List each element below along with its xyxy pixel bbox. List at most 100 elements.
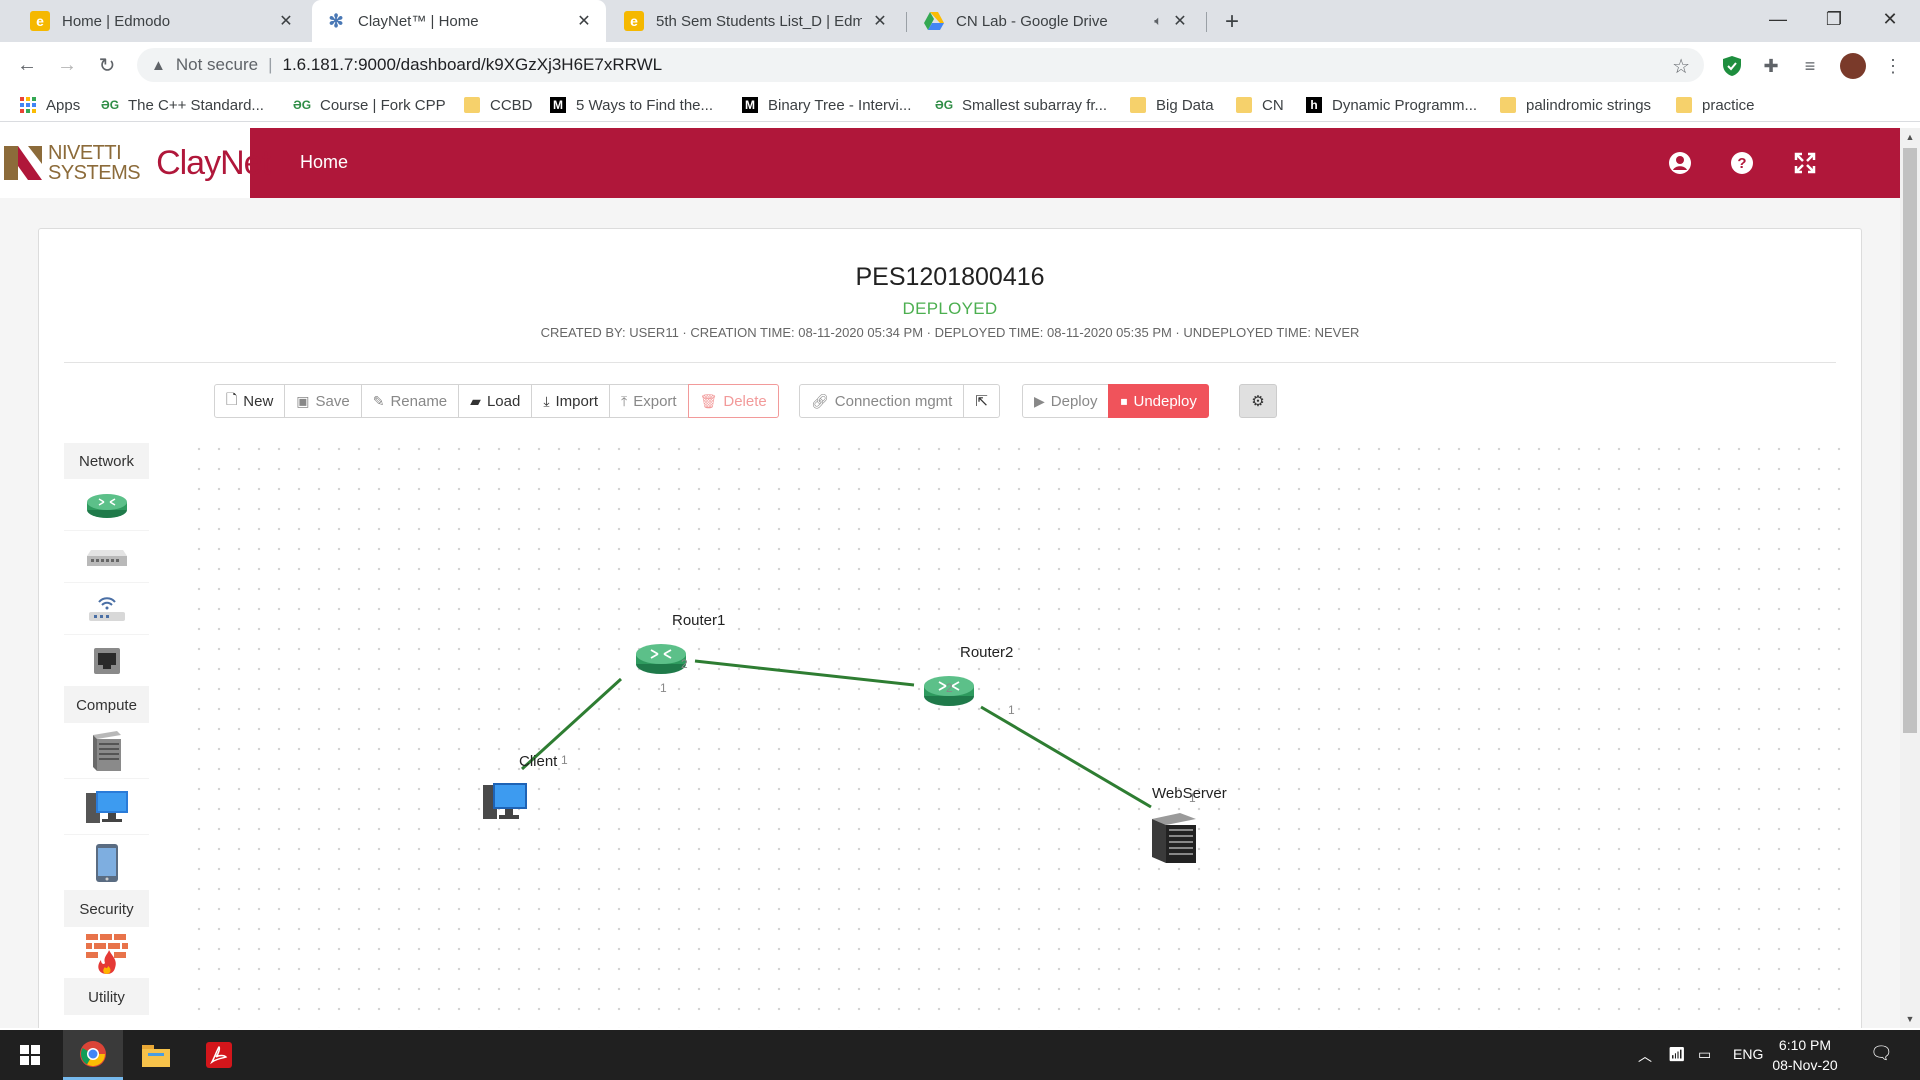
fullscreen-expand-icon[interactable] xyxy=(1790,148,1820,178)
bookmark-label: Apps xyxy=(46,96,81,114)
scroll-down-arrow-icon[interactable]: ▼ xyxy=(1900,1010,1920,1028)
nivetti-claynet-logo[interactable]: NIVETTI SYSTEMS ClayNet xyxy=(0,128,271,198)
settings-group: ⚙ xyxy=(1239,384,1277,418)
nav-home-link[interactable]: Home xyxy=(300,152,348,173)
palette-server[interactable] xyxy=(64,723,149,779)
bookmark-star-icon[interactable]: ☆ xyxy=(1672,54,1690,79)
bookmark-cpp-standard[interactable]: ƏG The C++ Standard... xyxy=(101,94,264,116)
deploy-button[interactable]: ▶ Deploy xyxy=(1022,384,1110,418)
link-router2-webserver[interactable] xyxy=(980,705,1152,809)
back-arrow-icon[interactable]: ← xyxy=(11,49,43,81)
gear-icon: ⚙ xyxy=(1251,393,1265,410)
wifi-icon[interactable]: 📶︎ xyxy=(1668,1046,1686,1063)
browser-toolbar: ← → ↻ ▲ Not secure | 1.6.181.7:9000/dash… xyxy=(0,42,1920,88)
adobe-reader-taskbar-icon[interactable] xyxy=(189,1030,249,1080)
notifications-icon[interactable]: 🗨︎ xyxy=(1870,1043,1893,1064)
close-tab-icon[interactable]: ✕ xyxy=(276,11,296,31)
connection-label: Connection mgmt xyxy=(834,392,953,410)
export-button[interactable]: ⤒ Export xyxy=(609,384,689,418)
reload-icon[interactable]: ↻ xyxy=(91,49,123,81)
link-icon: 🔗︎ xyxy=(811,392,829,409)
palette-text-tool[interactable] xyxy=(64,1015,149,1028)
deployment-status: DEPLOYED xyxy=(902,299,998,318)
palette-wireless-router[interactable] xyxy=(64,583,149,635)
close-tab-icon[interactable]: ✕ xyxy=(870,11,890,31)
security-label: Not secure xyxy=(175,55,259,74)
bookmark-cn[interactable]: CN xyxy=(1236,94,1284,116)
router2-port-2: 2 xyxy=(946,681,953,695)
app-header: NIVETTI SYSTEMS ClayNet Home ? xyxy=(0,128,1900,198)
scroll-up-arrow-icon[interactable]: ▲ xyxy=(1900,128,1920,146)
webserver-node-icon[interactable] xyxy=(1152,813,1196,863)
clock-date: 08-Nov-20 xyxy=(1772,1057,1838,1073)
tab-cn-lab-drive[interactable]: CN Lab - Google Drive 🔈︎ ✕ xyxy=(910,0,1202,42)
close-window-icon[interactable]: ✕ xyxy=(1862,0,1918,38)
load-button[interactable]: ▰ Load xyxy=(458,384,533,418)
bookmark-practice[interactable]: practice xyxy=(1676,94,1755,116)
trash-icon: 🗑︎ xyxy=(699,392,718,409)
new-tab-button[interactable]: + xyxy=(1218,8,1246,36)
minimize-icon[interactable]: — xyxy=(1750,0,1806,38)
client-node-icon[interactable] xyxy=(483,783,527,819)
bookmark-label: 5 Ways to Find the... xyxy=(576,96,713,114)
address-bar[interactable]: ▲ Not secure | 1.6.181.7:9000/dashboard/… xyxy=(137,48,1704,82)
palette-ethernet-port[interactable] xyxy=(64,635,149,687)
palette-mobile-device[interactable] xyxy=(64,835,149,891)
chrome-taskbar-icon[interactable] xyxy=(63,1030,123,1080)
palette-desktop-pc[interactable] xyxy=(64,779,149,835)
deploy-label: Deploy xyxy=(1050,392,1098,410)
speaker-icon[interactable]: 🔈︎ xyxy=(1154,13,1162,29)
bookmark-ccbd[interactable]: CCBD xyxy=(464,94,533,116)
link-router1-router2[interactable] xyxy=(694,659,915,687)
taskbar-clock[interactable]: 6:10 PM 08-Nov-20 xyxy=(1750,1035,1860,1075)
router1-port-2: 2 xyxy=(681,657,688,671)
extensions-puzzle-icon[interactable]: ✚ xyxy=(1760,55,1782,77)
palette-switch[interactable] xyxy=(64,531,149,583)
profile-avatar[interactable] xyxy=(1840,53,1866,79)
floppy-disk-icon: ▣ xyxy=(296,392,310,409)
import-button[interactable]: ⤓ Import xyxy=(531,384,611,418)
connection-actions-group: 🔗︎ Connection mgmt ⇱ xyxy=(799,384,1000,418)
load-label: Load xyxy=(486,392,521,410)
help-icon[interactable]: ? xyxy=(1727,148,1757,178)
tab-claynet-home[interactable]: ✻ ClayNet™ | Home ✕ xyxy=(312,0,606,42)
save-button[interactable]: ▣ Save xyxy=(284,384,362,418)
bookmark-big-data[interactable]: Big Data xyxy=(1130,94,1214,116)
maximize-icon[interactable]: ❐ xyxy=(1806,0,1862,38)
undeploy-button[interactable]: ⏹︎ Undeploy xyxy=(1108,384,1209,418)
windows-start-icon[interactable] xyxy=(0,1030,60,1080)
bookmark-apps[interactable]: Apps xyxy=(20,94,80,116)
page-scrollbar[interactable]: ▲ ▼ xyxy=(1900,128,1920,1028)
bookmark-fork-cpp[interactable]: ƏG Course | Fork CPP xyxy=(293,94,446,116)
new-button[interactable]: 🗋︎ New xyxy=(214,384,286,418)
settings-button[interactable]: ⚙ xyxy=(1239,384,1277,418)
palette-firewall[interactable] xyxy=(64,927,149,979)
scrollbar-thumb[interactable] xyxy=(1903,148,1917,733)
forward-arrow-icon[interactable]: → xyxy=(51,49,83,81)
topology-canvas[interactable]: Router1 Router2 Client WebServer 2 1 1 2… xyxy=(189,439,1849,1028)
bookmark-smallest-subarray[interactable]: ƏG Smallest subarray fr... xyxy=(935,94,1107,116)
bookmark-palindromic-strings[interactable]: palindromic strings xyxy=(1500,94,1651,116)
h-icon: h xyxy=(1306,97,1322,113)
bookmark-5-ways[interactable]: M 5 Ways to Find the... xyxy=(550,94,713,116)
bookmark-binary-tree[interactable]: M Binary Tree - Intervi... xyxy=(742,94,911,116)
shield-extension-icon[interactable] xyxy=(1721,55,1743,77)
show-hidden-icons-chevron-icon[interactable]: ︿ xyxy=(1638,1046,1652,1066)
rename-button[interactable]: ✎ Rename xyxy=(360,384,460,418)
connection-mgmt-button[interactable]: 🔗︎ Connection mgmt xyxy=(799,384,965,418)
close-tab-icon[interactable]: ✕ xyxy=(1170,11,1190,31)
battery-icon[interactable]: ▭ xyxy=(1698,1046,1711,1063)
palette-router[interactable] xyxy=(64,479,149,531)
bookmark-dynamic-programming[interactable]: h Dynamic Programm... xyxy=(1306,94,1477,116)
delete-button[interactable]: 🗑︎ Delete xyxy=(687,384,779,418)
router1-node-icon[interactable] xyxy=(636,644,686,674)
tab-students-list[interactable]: e 5th Sem Students List_D | Edmodo ✕ xyxy=(610,0,902,42)
open-external-button[interactable]: ⇱ xyxy=(963,384,1000,418)
user-account-icon[interactable] xyxy=(1665,148,1695,178)
close-tab-icon[interactable]: ✕ xyxy=(574,11,594,31)
tab-edmodo-home[interactable]: e Home | Edmodo ✕ xyxy=(16,0,308,42)
file-explorer-taskbar-icon[interactable] xyxy=(126,1030,186,1080)
menu-kebab-icon[interactable]: ⋮ xyxy=(1882,55,1904,77)
tab-separator xyxy=(1206,12,1207,32)
media-queue-icon[interactable]: ≡ xyxy=(1799,55,1821,77)
